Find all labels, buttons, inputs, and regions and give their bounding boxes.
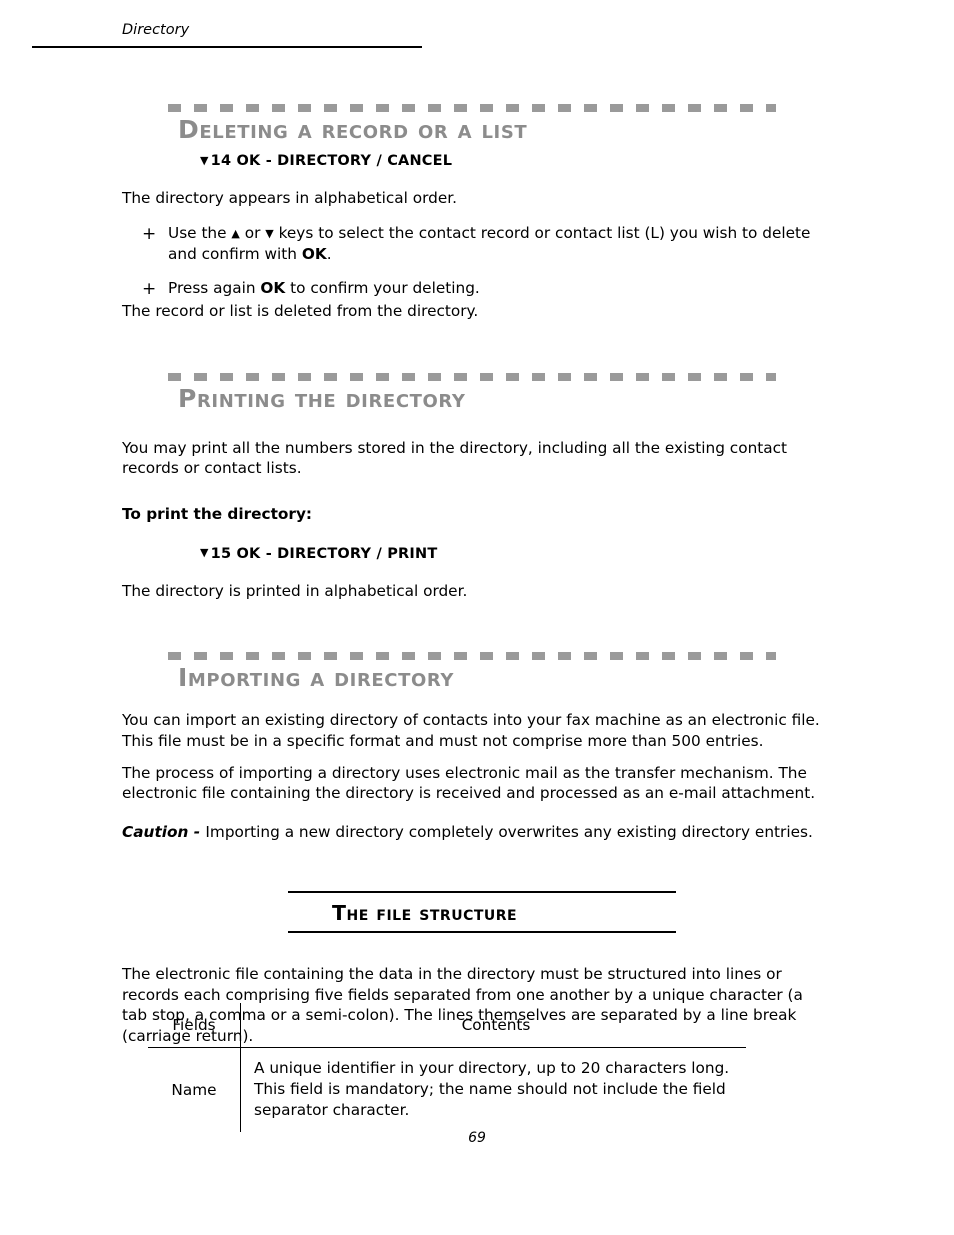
table-header-row: Fields Contents (148, 1003, 746, 1047)
menu-path-print-text: 15 OK - DIRECTORY / PRINT (210, 545, 438, 562)
printing-closing: The directory is printed in alphabetical… (122, 581, 468, 600)
printing-lead-in: To print the directory: (122, 504, 822, 525)
printing-paragraph: You may print all the numbers stored in … (122, 438, 788, 478)
section-dashed-rule (168, 372, 776, 381)
printing-lead-in-text: To print the directory: (122, 505, 313, 524)
table-row: Name A unique identifier in your directo… (148, 1048, 746, 1121)
section-importing-a-directory: Importing a directory You can import an … (122, 652, 822, 842)
triangle-down-icon: ▼ (200, 153, 209, 167)
caution-label: Caution - (122, 822, 206, 841)
step-end: . (326, 244, 332, 263)
arrow-up-icon: ▲ (231, 226, 240, 240)
table-header-fields: Fields (172, 1016, 216, 1034)
list-item: + Press again OK to confirm your deleting… (122, 278, 822, 299)
deleting-intro: The directory appears in alphabetical or… (122, 189, 458, 208)
deleting-closing: The record or list is deleted from the d… (122, 302, 479, 321)
menu-path-delete-text: 14 OK - DIRECTORY / CANCEL (210, 153, 453, 169)
section-deleting-a-record: Deleting a record or a list ▼ 14 OK - DIR… (122, 104, 822, 322)
page-content: Deleting a record or a list ▼ 14 OK - DIR… (122, 0, 822, 1047)
triangle-down-icon: ▼ (200, 546, 209, 560)
step-bold-ok: OK (301, 244, 327, 263)
step-prefix: Use the (168, 223, 232, 242)
table-vertical-divider (240, 1003, 241, 1132)
plus-bullet-icon: + (142, 223, 157, 244)
arrow-down-icon: ▼ (265, 226, 274, 240)
table-cell-field-contents: A unique identifier in your directory, u… (254, 1059, 730, 1120)
section-dashed-rule (168, 652, 776, 661)
page-number: 69 (468, 1130, 486, 1146)
subsection-file-structure: The file structure (288, 890, 676, 934)
caution-note: Caution - Importing a new directory comp… (122, 822, 822, 843)
section-title-deleting: Deleting a record or a list (178, 115, 528, 144)
step2-prefix: Press again (168, 278, 261, 297)
step2-bold-ok: OK (260, 278, 286, 297)
importing-paragraph-1: You can import an existing directory of … (122, 711, 820, 751)
caution-text: Importing a new directory completely ove… (205, 822, 813, 841)
step-mid: or (239, 223, 266, 242)
plus-bullet-icon: + (142, 278, 157, 299)
table-cell-field-name: Name (171, 1081, 217, 1099)
menu-path-delete: ▼ 14 OK - DIRECTORY / CANCEL (122, 152, 822, 170)
table-header-contents: Contents (461, 1016, 531, 1034)
step2-suffix: to confirm your deleting. (285, 278, 480, 297)
fields-table: Fields Contents Name A unique identifier… (148, 1003, 746, 1132)
importing-paragraph-2: The process of importing a directory use… (122, 763, 816, 803)
section-dashed-rule (168, 104, 776, 112)
subsection-rule-bottom (288, 931, 676, 934)
section-title-importing: Importing a directory (178, 663, 455, 693)
menu-path-print: ▼ 15 OK - DIRECTORY / PRINT (122, 545, 822, 563)
list-item: + Use the ▲ or ▼ keys to select the conta… (122, 223, 822, 265)
section-title-printing: Printing the directory (178, 383, 466, 413)
deleting-steps-list: + Use the ▲ or ▼ keys to select the conta… (122, 223, 822, 299)
subsection-title: The file structure (332, 900, 518, 925)
section-printing-the-directory: Printing the directory You may print all… (122, 372, 822, 602)
